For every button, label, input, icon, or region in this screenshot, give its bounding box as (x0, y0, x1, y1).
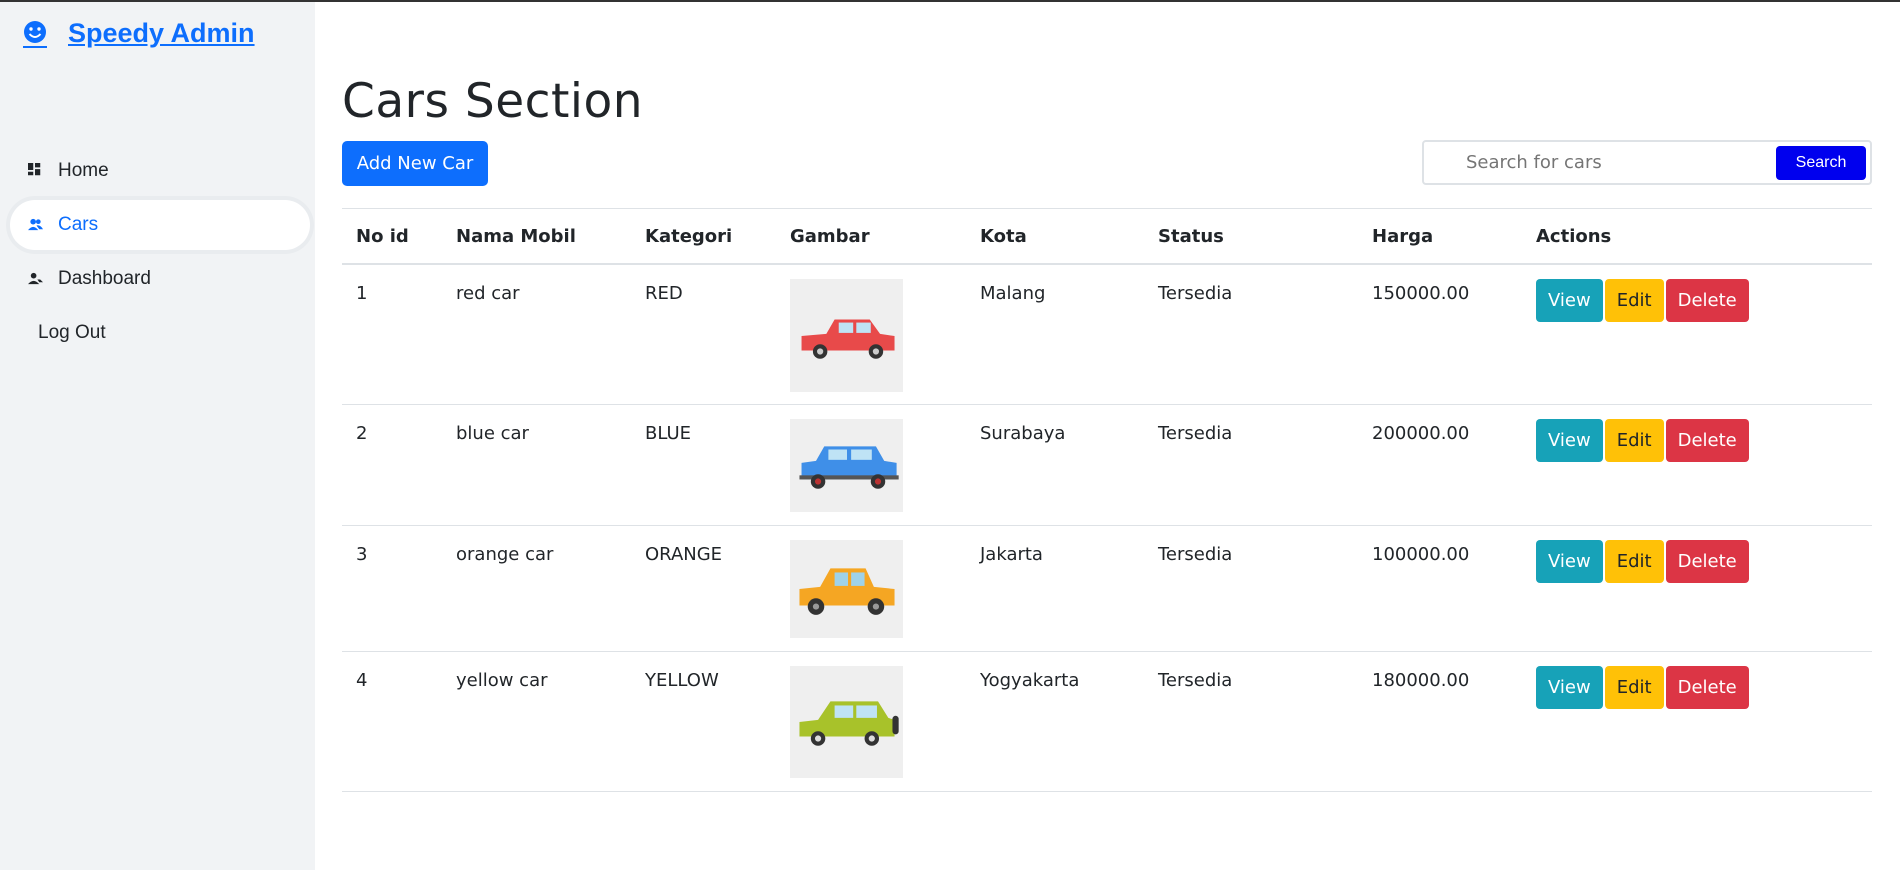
delete-button[interactable]: Delete (1665, 279, 1749, 322)
sidebar-item-cars[interactable]: Cars (10, 200, 310, 250)
cell-id: 3 (342, 525, 442, 652)
delete-button[interactable]: Delete (1665, 665, 1749, 709)
column-header: Actions (1522, 208, 1872, 265)
car-image (790, 665, 903, 778)
view-button[interactable]: View (1536, 418, 1603, 462)
cell-name: red car (442, 264, 631, 405)
column-header: Gambar (776, 208, 966, 265)
users-icon (28, 217, 44, 233)
column-header: Kota (966, 208, 1144, 265)
page-title: Cars Section (342, 74, 643, 129)
sidebar-nav: Home Cars Dashboard Log Out (10, 146, 310, 362)
user-icon (28, 271, 44, 287)
cell-actions: View Edit Delete (1522, 404, 1872, 526)
cell-city: Malang (966, 264, 1144, 405)
cars-table: No id Nama Mobil Kategori Gambar Kota St… (342, 208, 1872, 792)
view-button[interactable]: View (1536, 539, 1603, 583)
column-header: Status (1144, 208, 1358, 265)
cell-status: Tersedia (1144, 264, 1358, 405)
cell-status: Tersedia (1144, 404, 1358, 526)
cell-category: BLUE (631, 404, 776, 526)
view-button[interactable]: View (1536, 665, 1603, 709)
sidebar-item-label: Home (58, 160, 109, 181)
sidebar-item-home[interactable]: Home (10, 146, 310, 196)
sidebar-item-logout[interactable]: Log Out (10, 308, 310, 358)
car-illustration (801, 318, 895, 359)
edit-button[interactable]: Edit (1604, 418, 1664, 462)
table-row: 4 yellow car YELLOW Yogyakarta Tersedia … (342, 651, 1872, 792)
sidebar-item-label: Log Out (38, 322, 106, 343)
column-header: No id (342, 208, 442, 265)
cell-price: 200000.00 (1358, 404, 1522, 526)
cell-actions: View Edit Delete (1522, 651, 1872, 792)
search-input[interactable] (1426, 144, 1766, 181)
cell-category: ORANGE (631, 525, 776, 652)
cell-price: 180000.00 (1358, 651, 1522, 792)
cell-city: Yogyakarta (966, 651, 1144, 792)
delete-button[interactable]: Delete (1665, 539, 1749, 583)
cell-image (776, 651, 966, 792)
brand-name[interactable]: Speedy Admin (68, 18, 255, 49)
smiley-icon (23, 20, 47, 48)
cell-name: blue car (442, 404, 631, 526)
column-header: Kategori (631, 208, 776, 265)
cell-city: Jakarta (966, 525, 1144, 652)
cell-image (776, 404, 966, 526)
cell-price: 150000.00 (1358, 264, 1522, 405)
cell-id: 2 (342, 404, 442, 526)
brand[interactable]: Speedy Admin (20, 18, 255, 49)
table-row: 1 red car RED Malang Tersedia 150000.00 … (342, 264, 1872, 405)
view-button[interactable]: View (1536, 279, 1603, 322)
sidebar-item-label: Cars (58, 214, 99, 235)
edit-button[interactable]: Edit (1604, 539, 1664, 583)
cell-name: orange car (442, 525, 631, 652)
cell-category: YELLOW (631, 651, 776, 792)
sidebar: Speedy Admin Home Cars Dashboard Log Out (0, 2, 315, 870)
car-image (790, 279, 903, 392)
cell-image (776, 264, 966, 405)
column-header: Harga (1358, 208, 1522, 265)
table-row: 3 orange car ORANGE Jakarta Tersedia 100… (342, 525, 1872, 652)
cell-status: Tersedia (1144, 651, 1358, 792)
add-new-car-button[interactable]: Add New Car (342, 141, 488, 186)
cell-actions: View Edit Delete (1522, 525, 1872, 652)
next-row-actions-partial (1536, 806, 1766, 810)
sidebar-item-dashboard[interactable]: Dashboard (10, 254, 310, 304)
cell-image (776, 525, 966, 652)
cell-city: Surabaya (966, 404, 1144, 526)
sidebar-item-label: Dashboard (58, 268, 151, 289)
cell-name: yellow car (442, 651, 631, 792)
car-image (790, 539, 903, 638)
cell-status: Tersedia (1144, 525, 1358, 652)
car-illustration (798, 567, 895, 615)
cell-id: 1 (342, 264, 442, 405)
cell-id: 4 (342, 651, 442, 792)
delete-button[interactable]: Delete (1665, 418, 1749, 462)
search-form: Search (1422, 140, 1872, 185)
column-header: Nama Mobil (442, 208, 631, 265)
cell-actions: View Edit Delete (1522, 264, 1872, 405)
cell-price: 100000.00 (1358, 525, 1522, 652)
edit-button[interactable]: Edit (1604, 279, 1664, 322)
table-header-row: No id Nama Mobil Kategori Gambar Kota St… (342, 208, 1872, 265)
car-illustration (798, 700, 899, 746)
search-button[interactable]: Search (1776, 146, 1866, 180)
table-row: 2 blue car BLUE Surabaya Tersedia 200000… (342, 404, 1872, 526)
car-illustration (798, 446, 899, 489)
cell-category: RED (631, 264, 776, 405)
edit-button[interactable]: Edit (1604, 665, 1664, 709)
car-image (790, 418, 903, 512)
grid-icon (28, 163, 44, 179)
